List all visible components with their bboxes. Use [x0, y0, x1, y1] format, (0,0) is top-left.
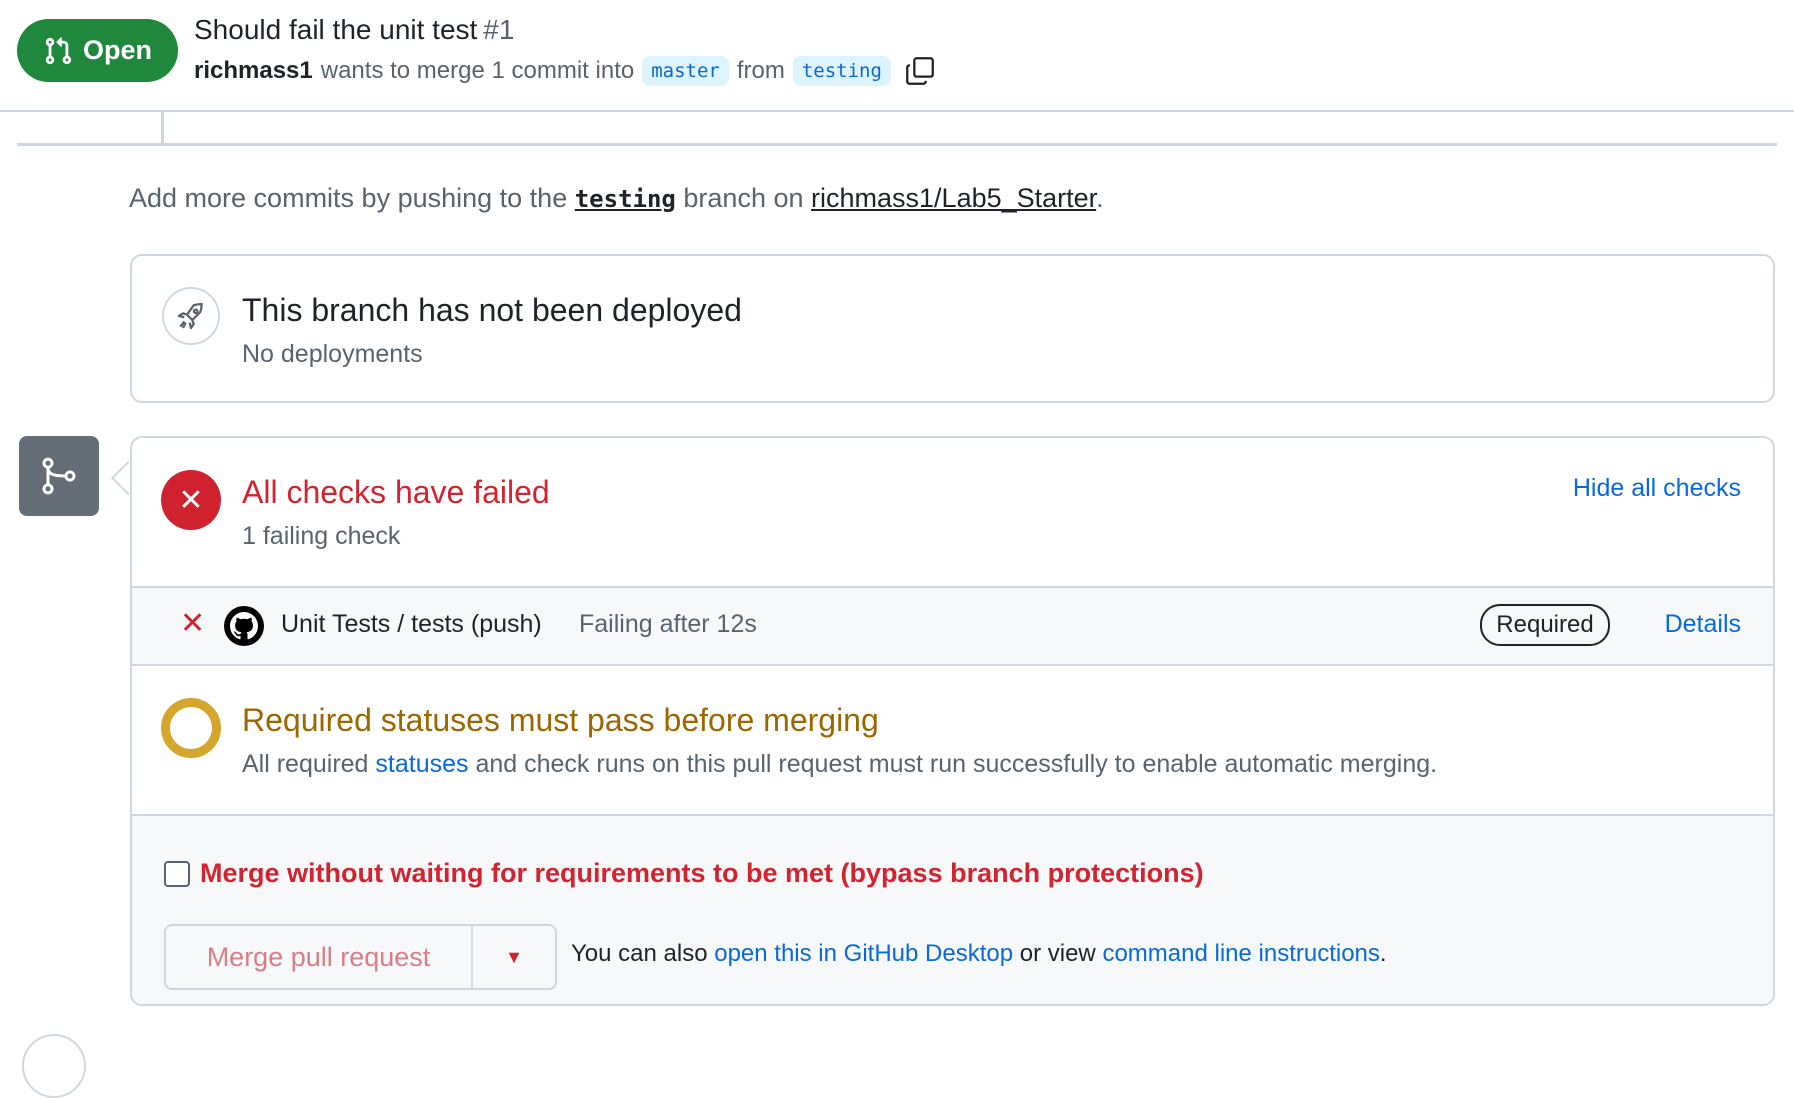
pr-number: #1	[483, 14, 515, 45]
author-link[interactable]: richmass1	[194, 57, 313, 85]
required-status-row: Required statuses must pass before mergi…	[132, 666, 1773, 816]
github-desktop-link[interactable]: open this in GitHub Desktop	[714, 940, 1013, 967]
required-status-title: Required statuses must pass before mergi…	[242, 702, 879, 738]
checks-title: All checks have failed	[242, 474, 550, 510]
pr-meta-text: wants to merge 1 commit into	[320, 57, 635, 84]
git-merge-icon	[19, 436, 99, 516]
status-desc-suffix: and check runs on this pull request must…	[475, 750, 1438, 778]
checks-summary: ✕ All checks have failed 1 failing check…	[132, 438, 1773, 588]
branch-link[interactable]: testing	[575, 185, 676, 213]
deployment-title: This branch has not been deployed	[242, 292, 742, 328]
pr-from-text: from	[736, 57, 785, 84]
pending-circle-icon	[161, 698, 221, 758]
hide-checks-link[interactable]: Hide all checks	[1573, 474, 1741, 503]
pull-request-icon	[45, 36, 72, 64]
github-logo-icon	[224, 606, 264, 646]
required-badge: Required	[1480, 604, 1610, 646]
merge-button-group: Merge pull request ▼	[164, 924, 557, 990]
deployment-subtitle: No deployments	[242, 340, 423, 368]
pr-meta: richmass1 wants to merge 1 commit into m…	[194, 54, 937, 88]
merge-options-dropdown[interactable]: ▼	[473, 926, 555, 988]
push-hint-middle: branch on	[683, 183, 804, 213]
deployment-box: This branch has not been deployed No dep…	[130, 254, 1775, 403]
command-line-link[interactable]: command line instructions	[1102, 940, 1379, 967]
push-hint-prefix: Add more commits by pushing to the	[129, 183, 568, 213]
merge-box: ✕ All checks have failed 1 failing check…	[130, 436, 1775, 1006]
check-row: ✕ Unit Tests / tests (push) Failing afte…	[132, 588, 1773, 666]
timeline-divider	[17, 143, 1777, 146]
push-hint: Add more commits by pushing to the testi…	[129, 183, 1104, 214]
pr-header: Open Should fail the unit test #1 richmas…	[0, 0, 1794, 112]
bypass-checkbox[interactable]	[164, 860, 190, 887]
timeline-line	[161, 112, 164, 146]
caret-down-icon: ▼	[505, 946, 523, 967]
merge-pull-request-button[interactable]: Merge pull request	[166, 926, 473, 988]
head-branch-tag[interactable]: testing	[792, 56, 891, 86]
check-status: Failing after 12s	[579, 610, 757, 638]
pr-state-badge: Open	[17, 19, 178, 82]
pr-title-text: Should fail the unit test	[194, 14, 478, 45]
or-view-text: or view	[1019, 940, 1096, 967]
check-name: Unit Tests / tests (push)	[281, 610, 542, 638]
check-details-link[interactable]: Details	[1665, 610, 1741, 639]
status-desc-prefix: All required	[242, 750, 369, 778]
bypass-checkbox-label[interactable]: Merge without waiting for requirements t…	[164, 858, 1204, 889]
merge-alternatives: You can also open this in GitHub Desktop…	[571, 940, 1387, 968]
rocket-icon	[162, 287, 220, 345]
statuses-link[interactable]: statuses	[375, 750, 468, 778]
copy-icon[interactable]	[903, 54, 937, 88]
also-end: .	[1379, 940, 1387, 967]
merge-area: Merge without waiting for requirements t…	[132, 816, 1773, 1004]
base-branch-tag[interactable]: master	[642, 56, 729, 86]
push-hint-suffix: .	[1096, 183, 1104, 213]
x-circle-icon: ✕	[161, 470, 221, 530]
checks-subtitle: 1 failing check	[242, 522, 401, 550]
bypass-label-text: Merge without waiting for requirements t…	[200, 858, 1204, 888]
pr-state-label: Open	[82, 35, 152, 65]
x-icon: ✕	[180, 607, 206, 640]
also-prefix: You can also	[571, 940, 708, 967]
pr-title: Should fail the unit test #1	[194, 14, 514, 46]
required-status-desc: All required statuses and check runs on …	[242, 750, 1437, 779]
repo-link[interactable]: richmass1/Lab5_Starter	[811, 183, 1096, 213]
